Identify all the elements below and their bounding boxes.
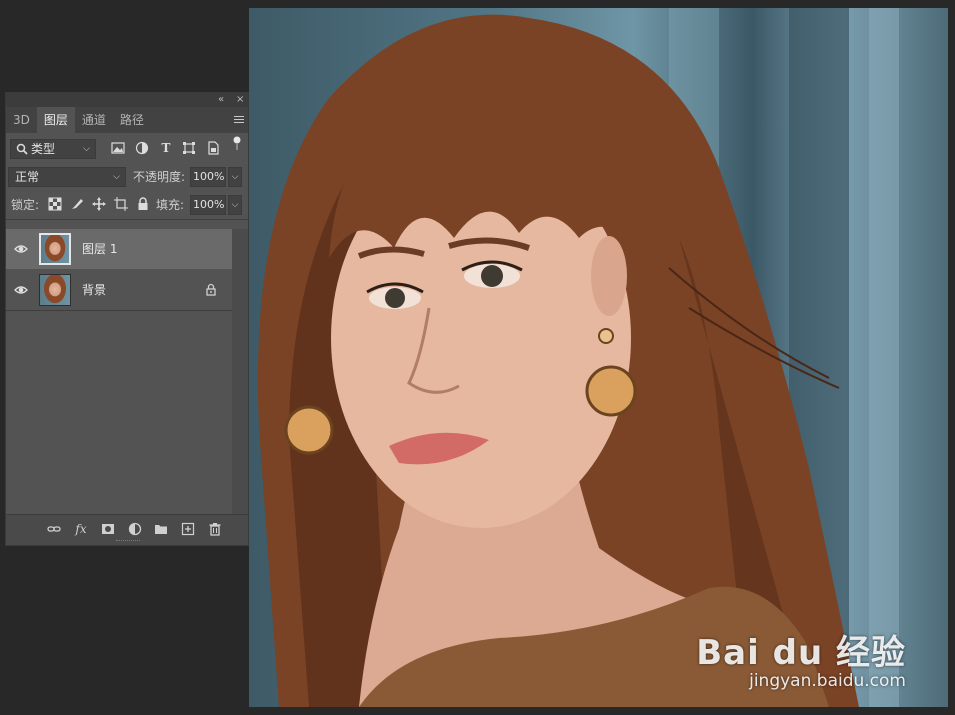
filter-kind-select[interactable]: 类型 ⌵ — [10, 139, 96, 159]
panel-resize-grip[interactable] — [116, 540, 140, 544]
layer-thumbnail — [39, 233, 71, 265]
fill-dropdown-icon[interactable]: ⌵ — [228, 195, 242, 215]
watermark-logo: Bai du 经验 — [696, 633, 906, 673]
blend-mode-select[interactable]: 正常 ⌵ — [8, 167, 126, 187]
layer-thumbnail — [39, 274, 71, 306]
link-layers-icon[interactable] — [47, 522, 61, 536]
layer-name[interactable]: 图层 1 — [82, 240, 117, 257]
photo-illustration — [257, 8, 899, 707]
collapse-panel-icon[interactable]: « — [218, 93, 224, 107]
layers-scrollbar[interactable] — [232, 229, 248, 516]
watermark-url: jingyan.baidu.com — [749, 671, 906, 691]
tab-3d[interactable]: 3D — [6, 107, 37, 133]
fill-input[interactable]: 100% — [190, 195, 226, 215]
tab-channels[interactable]: 通道 — [75, 107, 113, 133]
eye-icon[interactable] — [14, 242, 28, 256]
opacity-dropdown-icon[interactable]: ⌵ — [228, 167, 242, 187]
smart-object-filter-icon[interactable] — [206, 141, 220, 155]
new-layer-icon[interactable] — [181, 522, 195, 536]
adjustment-filter-icon[interactable] — [135, 141, 149, 155]
chevron-down-icon: ⌵ — [113, 172, 120, 182]
close-panel-icon[interactable]: × — [236, 93, 244, 107]
layer-row-background[interactable]: 背景 — [6, 270, 233, 310]
layer-mask-icon[interactable] — [101, 522, 115, 536]
panel-divider — [6, 219, 248, 220]
document-canvas[interactable]: Bai du 经验 jingyan.baidu.com — [249, 8, 948, 707]
layer-divider — [6, 310, 233, 311]
group-folder-icon[interactable] — [154, 522, 168, 536]
lock-all-icon[interactable] — [136, 197, 150, 211]
filter-toggle-icon[interactable] — [231, 136, 245, 150]
lock-icon — [206, 283, 216, 296]
delete-trash-icon[interactable] — [208, 522, 222, 536]
baidu-watermark: Bai du 经验 jingyan.baidu.com — [696, 635, 906, 691]
lock-label: 锁定: — [11, 198, 40, 212]
lock-transparent-icon[interactable] — [48, 197, 62, 211]
panel-menu-icon[interactable] — [234, 114, 244, 124]
adjustment-layer-icon[interactable] — [128, 522, 142, 536]
layer-name[interactable]: 背景 — [82, 281, 106, 298]
lock-row: 锁定: 填充: 100% ⌵ — [6, 191, 248, 219]
chevron-down-icon: ⌵ — [83, 144, 90, 154]
image-filter-icon[interactable] — [111, 141, 125, 155]
fill-label: 填充: — [156, 198, 185, 212]
shape-filter-icon[interactable] — [182, 141, 196, 155]
panel-bottom-bar: fx — [6, 514, 248, 545]
blend-mode-value: 正常 — [15, 170, 40, 184]
filter-kind-label: 类型 — [31, 142, 56, 156]
opacity-input[interactable]: 100% — [190, 167, 226, 187]
search-icon — [16, 143, 28, 155]
panel-tabs: 3D 图层 通道 路径 — [6, 107, 248, 133]
eye-icon[interactable] — [14, 283, 28, 297]
lock-artboard-icon[interactable] — [114, 197, 128, 211]
layers-panel: « × 3D 图层 通道 路径 类型 ⌵ T 正常 ⌵ 不透明度: 100% ⌵… — [5, 92, 249, 546]
tab-layers[interactable]: 图层 — [36, 107, 75, 133]
lock-paint-icon[interactable] — [70, 197, 84, 211]
fx-icon[interactable]: fx — [74, 522, 88, 536]
tab-paths[interactable]: 路径 — [113, 107, 151, 133]
panel-title-bar[interactable]: « × — [6, 93, 248, 107]
lock-position-icon[interactable] — [92, 197, 106, 211]
blend-row: 正常 ⌵ 不透明度: 100% ⌵ — [6, 163, 248, 191]
layer-row-layer-1[interactable]: 图层 1 — [6, 229, 233, 269]
opacity-label: 不透明度: — [133, 170, 186, 184]
layer-filter-row: 类型 ⌵ T — [6, 135, 248, 163]
type-filter-icon[interactable]: T — [159, 141, 173, 155]
